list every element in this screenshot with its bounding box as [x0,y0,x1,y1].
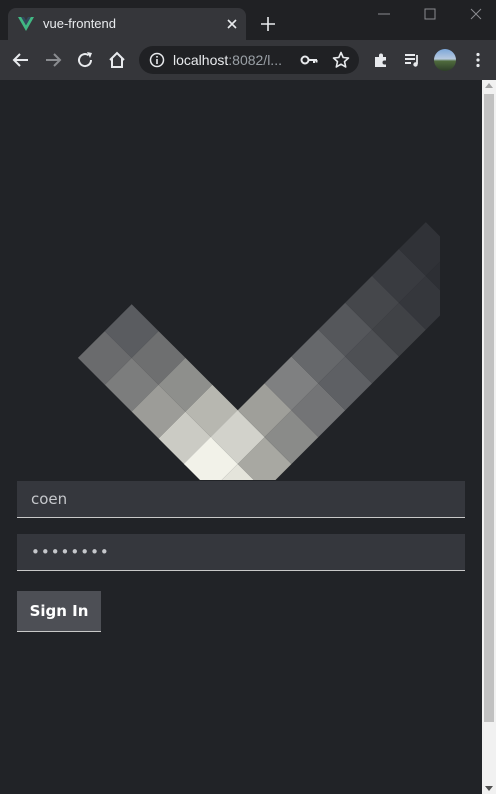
browser-toolbar: localhost:8082/l... [0,40,496,80]
scroll-down-arrow-icon[interactable] [485,786,493,791]
profile-avatar[interactable] [434,49,456,71]
browser-titlebar: vue-frontend [0,0,496,40]
page-content: Sign In [0,80,482,794]
sign-in-button[interactable]: Sign In [17,591,101,632]
checkmark-tiles [77,222,440,480]
window-close-icon[interactable] [468,6,484,22]
close-icon[interactable] [224,16,240,32]
scrollbar-thumb[interactable] [484,94,494,722]
address-bar[interactable]: localhost:8082/l... [139,46,359,74]
browser-tab[interactable]: vue-frontend [8,8,246,40]
plus-icon[interactable] [260,16,276,32]
url-path: :8082/l... [228,52,282,68]
reload-icon[interactable] [76,51,94,69]
scroll-up-arrow-icon[interactable] [485,83,493,88]
vue-logo-icon [18,17,34,31]
playlist-icon[interactable] [403,51,421,69]
tab-title: vue-frontend [43,16,116,31]
url-host: localhost [173,52,229,68]
maximize-icon[interactable] [422,6,438,22]
checkmark-logo-icon [77,222,440,480]
arrow-right-icon[interactable] [44,51,62,69]
home-icon[interactable] [108,51,126,69]
minimize-icon[interactable] [376,6,392,22]
key-icon[interactable] [300,52,318,68]
arrow-left-icon[interactable] [12,51,30,69]
url-text[interactable]: localhost:8082/l... [173,52,285,68]
password-input[interactable] [17,534,465,571]
vertical-scrollbar[interactable] [482,80,496,794]
info-icon[interactable] [149,52,165,68]
puzzle-icon[interactable] [372,51,390,69]
star-icon[interactable] [332,51,350,69]
kebab-menu-icon[interactable] [469,51,487,69]
username-input[interactable] [17,481,465,518]
